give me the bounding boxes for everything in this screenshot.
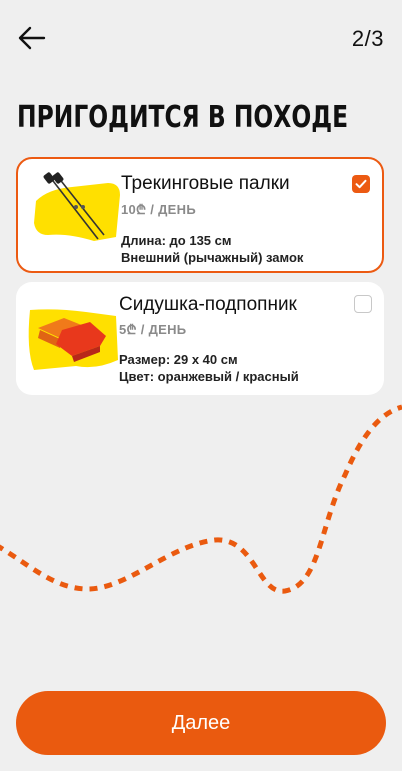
checkmark-icon [355, 179, 367, 189]
trekking-poles-image [34, 172, 120, 241]
top-bar: 2/3 [0, 0, 402, 76]
item-spec-length: Длина: до 135 см [121, 233, 232, 248]
item-specs: Размер: 29 х 40 см Цвет: оранжевый / кра… [119, 351, 299, 385]
page-title: ПРИГОДИТСЯ В ПОХОДЕ [17, 100, 349, 135]
step-indicator: 2/3 [351, 26, 384, 51]
arrow-left-icon[interactable] [16, 24, 48, 52]
item-name: Сидушка-подпопник [119, 294, 297, 315]
item-price: 5₾ / ДЕНЬ [119, 322, 187, 337]
item-checkbox-checked[interactable] [352, 175, 370, 193]
item-spec-color: Цвет: оранжевый / красный [119, 369, 299, 384]
item-price: 10₾ / ДЕНЬ [121, 202, 196, 217]
next-button[interactable]: Далее [16, 691, 386, 755]
item-specs: Длина: до 135 см Внешний (рычажный) замо… [121, 232, 303, 266]
dashed-trail-decoration [0, 404, 402, 594]
item-card-seat-pad[interactable]: Сидушка-подпопник 5₾ / ДЕНЬ Размер: 29 х… [16, 282, 384, 395]
item-card-trekking-poles[interactable]: Трекинговые палки 10₾ / ДЕНЬ Длина: до 1… [16, 157, 384, 273]
item-checkbox-unchecked[interactable] [354, 295, 372, 313]
item-name: Трекинговые палки [121, 173, 290, 194]
seat-pad-image [28, 309, 118, 370]
item-spec-size: Размер: 29 х 40 см [119, 352, 238, 367]
item-spec-lock: Внешний (рычажный) замок [121, 250, 304, 265]
